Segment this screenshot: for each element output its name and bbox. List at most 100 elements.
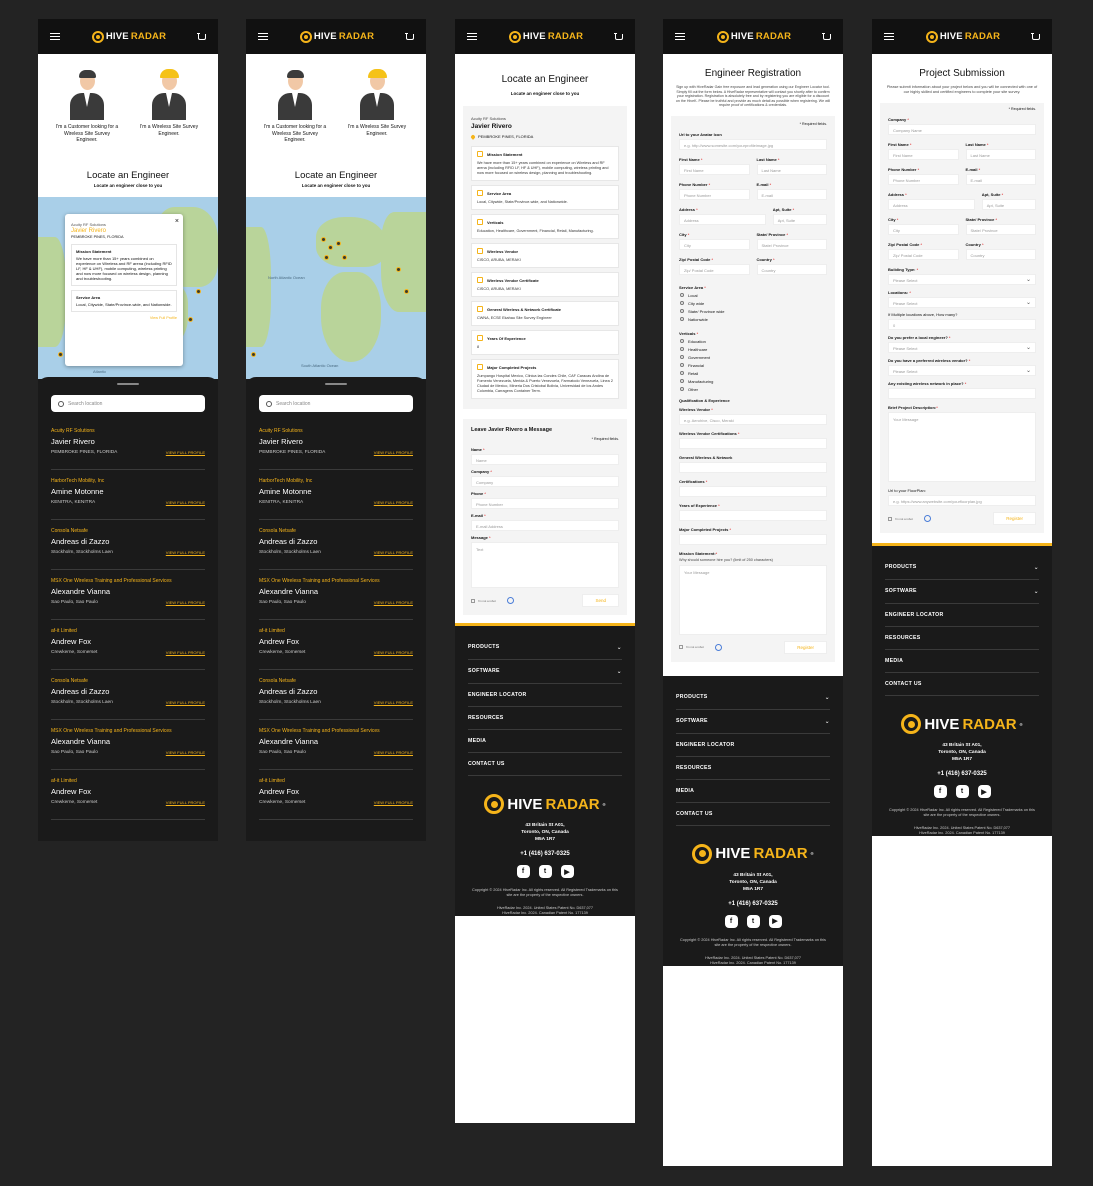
- menu-icon[interactable]: [258, 33, 268, 40]
- close-icon[interactable]: ×: [175, 218, 179, 225]
- captcha[interactable]: I'm not a robot: [471, 597, 514, 604]
- apt-input[interactable]: Apt, Suite: [981, 199, 1036, 210]
- drag-handle[interactable]: [325, 383, 347, 385]
- list-item[interactable]: Consola Netsafe Andreas di Zazzo Stockholm…: [259, 678, 413, 720]
- engineer-choice[interactable]: I'm a Wireless Site Survey Engineer.: [135, 68, 203, 158]
- customer-choice[interactable]: I'm a Customer looking for a Wireless Si…: [261, 68, 329, 158]
- logo[interactable]: HIVE RADAR: [716, 30, 791, 43]
- footer-menu-resources[interactable]: RESOURCES: [885, 627, 1039, 650]
- country-input[interactable]: Country: [756, 263, 827, 275]
- list-item[interactable]: MSX One Wireless Training and Profession…: [51, 728, 205, 770]
- footer-menu-products[interactable]: PRODUCTS ⌄: [885, 556, 1039, 580]
- apt-input[interactable]: Apt, Suite: [772, 213, 827, 225]
- footer-menu-contact[interactable]: CONTACT US: [468, 753, 622, 776]
- footer-menu-software[interactable]: SOFTWARE ⌄: [468, 660, 622, 684]
- footer-menu-products[interactable]: PRODUCTS ⌄: [468, 636, 622, 660]
- logo[interactable]: HIVE RADAR: [299, 30, 374, 43]
- youtube-icon[interactable]: ▶: [977, 785, 991, 798]
- last-name-input[interactable]: Last Name: [965, 149, 1036, 160]
- phone-input[interactable]: Phone Number: [471, 498, 619, 509]
- twitter-icon[interactable]: t: [746, 914, 760, 928]
- preferred-vendor-select[interactable]: Please Select: [888, 365, 1036, 376]
- company-input[interactable]: Company Name: [888, 124, 1036, 135]
- twitter-icon[interactable]: t: [955, 785, 969, 798]
- service-radio[interactable]: State/ Province wide: [680, 309, 827, 314]
- logo[interactable]: HIVE RADAR: [508, 30, 583, 43]
- menu-icon[interactable]: [884, 33, 894, 40]
- footer-menu-engineer-locator[interactable]: ENGINEER LOCATOR: [468, 684, 622, 707]
- name-input[interactable]: Name: [471, 454, 619, 465]
- send-button[interactable]: Send: [582, 594, 619, 607]
- captcha[interactable]: I'm not a robot: [679, 643, 722, 651]
- facebook-icon[interactable]: f: [516, 865, 530, 878]
- footer-menu-media[interactable]: MEDIA: [885, 650, 1039, 673]
- footer-menu-contact[interactable]: CONTACT US: [885, 673, 1039, 696]
- list-item[interactable]: HarborTech Mobility, Inc Amine Motonne KEN…: [51, 478, 205, 520]
- menu-icon[interactable]: [50, 33, 60, 40]
- building-type-select[interactable]: Please Select: [888, 274, 1036, 285]
- register-button[interactable]: Register: [784, 640, 827, 654]
- vertical-checkbox[interactable]: Government: [680, 355, 827, 360]
- footer-phone[interactable]: +1 (416) 637-0325: [676, 901, 830, 907]
- city-input[interactable]: City: [888, 224, 959, 235]
- zip-input[interactable]: Zip/ Postal Code: [888, 249, 959, 260]
- map[interactable]: Atlantic × Acuity RF Solutions Javier Ri…: [38, 197, 218, 379]
- list-item[interactable]: MSX One Wireless Training and Profession…: [259, 728, 413, 770]
- state-input[interactable]: State/ Province: [756, 238, 827, 250]
- engineer-choice[interactable]: I'm a Wireless Site Survey Engineer.: [343, 68, 411, 158]
- mission-textarea[interactable]: Your Message: [679, 564, 827, 635]
- locations-select[interactable]: Please Select: [888, 297, 1036, 308]
- footer-menu-engineer-locator[interactable]: ENGINEER LOCATOR: [676, 734, 830, 757]
- vendor-input[interactable]: e.g. Aerohive, Cisco, Meraki: [679, 413, 827, 425]
- map[interactable]: North Atlantic Ocean South Atlantic Ocea…: [246, 197, 426, 379]
- footer-menu-contact[interactable]: CONTACT US: [676, 803, 830, 826]
- list-item[interactable]: af-it Limited Andrew Fox Crewkerne, Somers…: [259, 628, 413, 670]
- company-input[interactable]: Company: [471, 476, 619, 487]
- cart-icon[interactable]: [821, 32, 831, 40]
- footer-menu-media[interactable]: MEDIA: [468, 730, 622, 753]
- footer-phone[interactable]: +1 (416) 637-0325: [468, 851, 622, 857]
- facebook-icon[interactable]: f: [933, 785, 947, 798]
- first-name-input[interactable]: First Name: [888, 149, 959, 160]
- avatar-url-input[interactable]: e.g. http://www.somesite.com/yourprofile…: [679, 138, 827, 150]
- vertical-checkbox[interactable]: Healthcare: [680, 347, 827, 352]
- checkbox[interactable]: [888, 516, 892, 521]
- cart-icon[interactable]: [1030, 32, 1040, 40]
- local-engineer-select[interactable]: Please Select: [888, 342, 1036, 353]
- logo[interactable]: HIVE RADAR: [91, 30, 166, 43]
- projects-input[interactable]: [679, 533, 827, 545]
- list-item[interactable]: Consola Netsafe Andreas di Zazzo Stockholm…: [51, 528, 205, 570]
- first-name-input[interactable]: First Name: [679, 163, 750, 175]
- floorplan-url-input[interactable]: e.g. https://www.anywebsite.com/yourfloo…: [888, 495, 1036, 506]
- footer-menu-software[interactable]: SOFTWARE ⌄: [885, 580, 1039, 604]
- footer-menu-resources[interactable]: RESOURCES: [468, 707, 622, 730]
- years-input[interactable]: [679, 509, 827, 521]
- country-input[interactable]: Country: [965, 249, 1036, 260]
- email-input[interactable]: E-mail: [965, 174, 1036, 185]
- footer-menu-engineer-locator[interactable]: ENGINEER LOCATOR: [885, 604, 1039, 627]
- list-item[interactable]: MSX One Wireless Training and Profession…: [51, 578, 205, 620]
- list-item[interactable]: Consola Netsafe Andreas di Zazzo Stockholm…: [259, 528, 413, 570]
- footer-menu-media[interactable]: MEDIA: [676, 780, 830, 803]
- footer-logo[interactable]: HIVE RADAR ®: [885, 714, 1039, 734]
- list-item[interactable]: Consola Netsafe Andreas di Zazzo Stockholm…: [51, 678, 205, 720]
- location-count-input[interactable]: 0: [888, 319, 1036, 330]
- twitter-icon[interactable]: t: [538, 865, 552, 878]
- vertical-checkbox[interactable]: Education: [680, 339, 827, 344]
- search-input[interactable]: Search location: [51, 395, 205, 412]
- youtube-icon[interactable]: ▶: [768, 914, 782, 928]
- facebook-icon[interactable]: f: [724, 914, 738, 928]
- address-input[interactable]: Address: [888, 199, 975, 210]
- footer-phone[interactable]: +1 (416) 637-0325: [885, 771, 1039, 777]
- footer-menu-software[interactable]: SOFTWARE ⌄: [676, 710, 830, 734]
- menu-icon[interactable]: [467, 33, 477, 40]
- email-input[interactable]: E-mail: [756, 188, 827, 200]
- footer-logo[interactable]: HIVE RADAR ®: [676, 843, 830, 864]
- list-item[interactable]: Acuity RF Solutions Javier Rivero PEMBROKE…: [51, 428, 205, 470]
- menu-icon[interactable]: [675, 33, 685, 40]
- vertical-checkbox[interactable]: Financial: [680, 363, 827, 368]
- drag-handle[interactable]: [117, 383, 139, 385]
- list-item[interactable]: af-it Limited Andrew Fox Crewkerne, Somers…: [51, 628, 205, 670]
- phone-input[interactable]: Phone Number: [679, 188, 750, 200]
- list-item[interactable]: Acuity RF Solutions Javier Rivero PEMBROKE…: [259, 428, 413, 470]
